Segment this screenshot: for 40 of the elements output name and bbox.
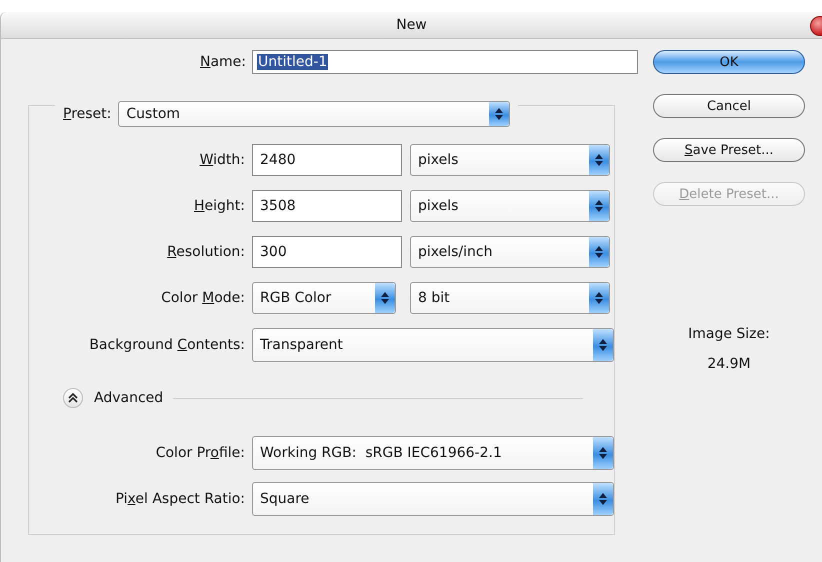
option-dropdown[interactable]: Working RGB: sRGB IEC61966-2.1 bbox=[252, 436, 614, 470]
field-label: Background Contents: bbox=[88, 337, 245, 353]
field-label: Width: bbox=[198, 152, 245, 168]
updown-arrows-icon bbox=[599, 339, 607, 351]
updown-arrows-icon bbox=[595, 292, 603, 304]
advanced-label: Advanced bbox=[94, 390, 164, 406]
preset-label: Preset: bbox=[63, 106, 112, 122]
bit-depth-dropdown[interactable]: 8 bit bbox=[410, 282, 610, 314]
field-label: Pixel Aspect Ratio: bbox=[114, 491, 245, 507]
preset-dropdown[interactable]: Custom bbox=[118, 101, 510, 127]
image-size-value: 24.9M bbox=[707, 356, 751, 372]
number-field[interactable]: 3508 bbox=[252, 190, 402, 222]
name-field[interactable]: Untitled-1 bbox=[252, 50, 638, 74]
updown-arrows-icon bbox=[381, 292, 389, 304]
contents-dropdown[interactable]: Transparent bbox=[252, 328, 614, 362]
field-label: Resolution: bbox=[166, 244, 245, 260]
unit-dropdown[interactable]: pixels/inch bbox=[410, 236, 610, 268]
collapse-toggle[interactable] bbox=[63, 388, 83, 408]
number-field[interactable]: 300 bbox=[252, 236, 402, 268]
dialog-button[interactable]: OK bbox=[653, 50, 805, 74]
image-size-label: Image Size: bbox=[688, 326, 770, 342]
updown-arrows-icon bbox=[595, 200, 603, 212]
mode-dropdown[interactable]: RGB Color bbox=[252, 282, 396, 314]
updown-arrows-icon bbox=[599, 493, 607, 505]
unit-dropdown[interactable]: pixels bbox=[410, 190, 610, 222]
chevron-icon bbox=[68, 393, 78, 403]
dialog-button[interactable]: Cancel bbox=[653, 94, 805, 118]
field-label: Color Mode: bbox=[160, 290, 245, 306]
field-label: Color Profile: bbox=[154, 445, 245, 461]
dialog-button[interactable]: Save Preset... bbox=[653, 138, 805, 162]
updown-arrows-icon bbox=[599, 447, 607, 459]
unit-dropdown[interactable]: pixels bbox=[410, 144, 610, 176]
field-label: Height: bbox=[193, 198, 245, 214]
name-label: Name: bbox=[198, 54, 246, 70]
updown-arrows-icon bbox=[595, 154, 603, 166]
updown-arrows-icon bbox=[595, 246, 603, 258]
updown-arrows-icon bbox=[495, 108, 504, 120]
window-title: New bbox=[396, 17, 427, 33]
number-field[interactable]: 2480 bbox=[252, 144, 402, 176]
option-dropdown[interactable]: Square bbox=[252, 482, 614, 516]
